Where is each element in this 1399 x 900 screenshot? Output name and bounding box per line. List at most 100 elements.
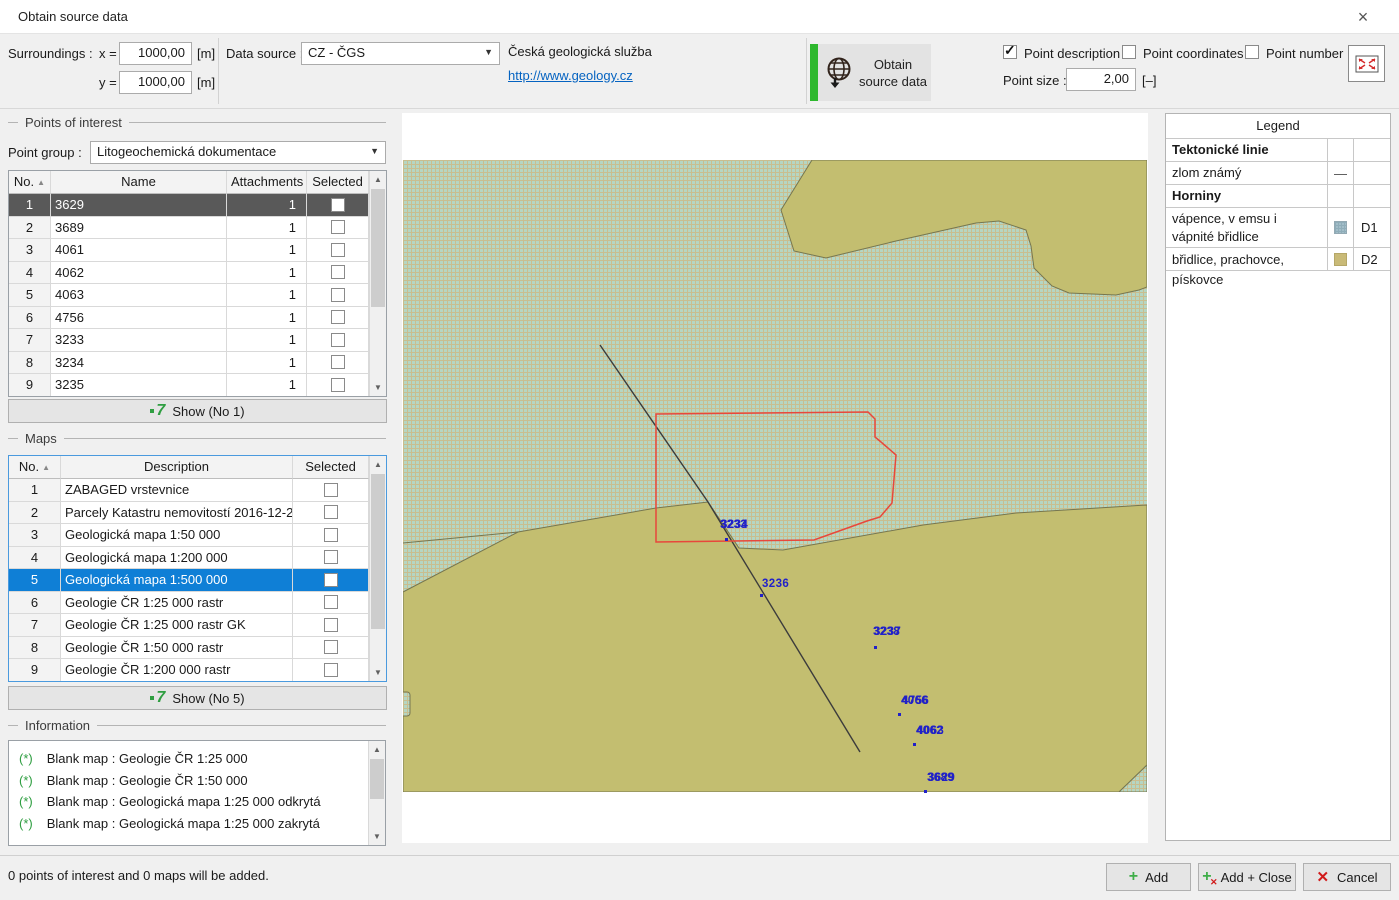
map-point-dot — [874, 646, 877, 649]
active-green-bar — [810, 44, 818, 101]
table-row[interactable]: 647561 — [9, 307, 369, 330]
table-row[interactable]: 2Parcely Katastru nemovitostí 2016-12-20 — [9, 502, 369, 525]
table-row[interactable]: 136291 — [9, 194, 369, 217]
scrollbar-thumb[interactable] — [371, 474, 385, 629]
maps-table-header[interactable]: No.▲ Description Selected — [9, 456, 369, 479]
row-checkbox[interactable] — [331, 220, 345, 234]
point-number-checkbox[interactable] — [1245, 45, 1259, 59]
legend-d1-row: vápence, v emsu i vápnité břidlice D1 — [1166, 208, 1390, 248]
table-row[interactable]: 732331 — [9, 329, 369, 352]
cancel-button[interactable]: ✕ Cancel — [1303, 863, 1391, 891]
footer-divider — [0, 855, 1399, 856]
show-icon — [150, 696, 154, 700]
row-checkbox[interactable] — [324, 573, 338, 587]
info-item: (*)Blank map : Geologie ČR 1:25 000 — [19, 748, 368, 770]
information-scrollbar[interactable]: ▲ ▼ — [368, 741, 385, 845]
point-coordinates-label: Point coordinates — [1143, 46, 1243, 61]
points-of-interest-header: Points of interest — [8, 115, 386, 130]
point-description-label: Point description — [1024, 46, 1120, 61]
maps-header: Maps — [8, 431, 386, 446]
map-point-label: 32333234 — [720, 519, 747, 531]
table-row[interactable]: 6Geologie ČR 1:25 000 rastr — [9, 592, 369, 615]
table-row[interactable]: 832341 — [9, 352, 369, 375]
table-row[interactable]: 3Geologická mapa 1:50 000 — [9, 524, 369, 547]
row-checkbox[interactable] — [324, 663, 338, 677]
fault-line-symbol: — — [1328, 162, 1354, 184]
points-table: No.▲ Name Attachments Selected 136291 23… — [8, 170, 387, 397]
toolbar-separator-2 — [806, 38, 807, 104]
surroundings-y-input[interactable]: 1000,00 — [119, 71, 192, 94]
point-group-select[interactable]: Litogeochemická dokumentace ▼ — [90, 141, 386, 164]
points-table-header[interactable]: No.▲ Name Attachments Selected — [9, 171, 369, 194]
obtain-source-data-dialog: Obtain source data × Surroundings : x = … — [0, 0, 1399, 900]
map-point-dot — [913, 743, 916, 746]
row-checkbox[interactable] — [324, 618, 338, 632]
table-row[interactable]: 4Geologická mapa 1:200 000 — [9, 547, 369, 570]
obtain-source-data-button[interactable]: Obtain source data — [810, 44, 931, 101]
add-button[interactable]: + Add — [1106, 863, 1191, 891]
plus-icon: + — [1129, 868, 1138, 886]
table-row[interactable]: 340611 — [9, 239, 369, 262]
row-checkbox[interactable] — [324, 483, 338, 497]
points-table-scrollbar[interactable]: ▲ ▼ — [369, 171, 386, 396]
map-viewport[interactable]: 32333234 3236 32383237 40664756 40624063… — [402, 113, 1148, 843]
point-description-checkbox[interactable]: ✓ — [1003, 45, 1017, 59]
provider-link[interactable]: http://www.geology.cz — [508, 68, 633, 83]
table-row-selected[interactable]: 5Geologická mapa 1:500 000 — [9, 569, 369, 592]
close-icon[interactable]: × — [1351, 6, 1375, 28]
point-coordinates-checkbox[interactable] — [1122, 45, 1136, 59]
table-row[interactable]: 8Geologie ČR 1:50 000 rastr — [9, 637, 369, 660]
row-checkbox[interactable] — [324, 528, 338, 542]
y-unit: [m] — [197, 75, 215, 90]
table-row[interactable]: 440621 — [9, 262, 369, 285]
surroundings-x-input[interactable]: 1000,00 — [119, 42, 192, 65]
information-box: (*)Blank map : Geologie ČR 1:25 000 (*)B… — [8, 740, 386, 846]
provider-name: Česká geologická služba — [508, 44, 652, 59]
row-checkbox[interactable] — [331, 355, 345, 369]
obtain-label-line2: source data — [859, 73, 927, 90]
table-row[interactable]: 7Geologie ČR 1:25 000 rastr GK — [9, 614, 369, 637]
table-row[interactable]: 1ZABAGED vrstevnice — [9, 479, 369, 502]
scroll-down-icon[interactable]: ▼ — [369, 828, 385, 845]
maps-table-scrollbar[interactable]: ▲ ▼ — [369, 456, 386, 681]
scrollbar-thumb[interactable] — [370, 759, 384, 799]
row-checkbox[interactable] — [324, 550, 338, 564]
show-point-button[interactable]: 7 Show (No 1) — [8, 399, 387, 423]
row-checkbox[interactable] — [331, 198, 345, 212]
scroll-up-icon[interactable]: ▲ — [370, 171, 386, 188]
row-checkbox[interactable] — [331, 265, 345, 279]
scroll-down-icon[interactable]: ▼ — [370, 379, 386, 396]
table-row[interactable]: 932351 — [9, 374, 369, 396]
scroll-down-icon[interactable]: ▼ — [370, 664, 386, 681]
map-point-dot — [725, 538, 728, 541]
sort-asc-icon: ▲ — [37, 178, 45, 187]
point-group-label: Point group : — [8, 145, 82, 160]
chevron-down-icon: ▼ — [484, 47, 493, 57]
row-checkbox[interactable] — [324, 640, 338, 654]
plus-close-icon: +✕ — [1202, 868, 1211, 886]
show-icon — [150, 409, 154, 413]
d1-color-swatch — [1334, 221, 1347, 234]
table-row[interactable]: 9Geologie ČR 1:200 000 rastr — [9, 659, 369, 681]
row-checkbox[interactable] — [324, 595, 338, 609]
d2-color-swatch — [1334, 253, 1347, 266]
scrollbar-thumb[interactable] — [371, 189, 385, 307]
show-map-button[interactable]: 7 Show (No 5) — [8, 686, 387, 710]
titlebar: Obtain source data × — [0, 0, 1399, 34]
add-close-button[interactable]: +✕ Add + Close — [1198, 863, 1296, 891]
row-checkbox[interactable] — [331, 243, 345, 257]
row-checkbox[interactable] — [331, 310, 345, 324]
row-checkbox[interactable] — [331, 288, 345, 302]
scroll-up-icon[interactable]: ▲ — [369, 741, 385, 758]
row-checkbox[interactable] — [324, 505, 338, 519]
table-row[interactable]: 540631 — [9, 284, 369, 307]
row-checkbox[interactable] — [331, 378, 345, 392]
scroll-up-icon[interactable]: ▲ — [370, 456, 386, 473]
zoom-extents-button[interactable] — [1348, 45, 1385, 82]
row-checkbox[interactable] — [331, 333, 345, 347]
legend-d2-row: břidlice, prachovce, pískovce D2 — [1166, 248, 1390, 271]
table-row[interactable]: 236891 — [9, 217, 369, 240]
data-source-select[interactable]: CZ - ČGS ▼ — [301, 42, 500, 65]
point-size-input[interactable]: 2,00 — [1066, 68, 1136, 91]
map-point-label: 32383237 — [873, 626, 900, 638]
